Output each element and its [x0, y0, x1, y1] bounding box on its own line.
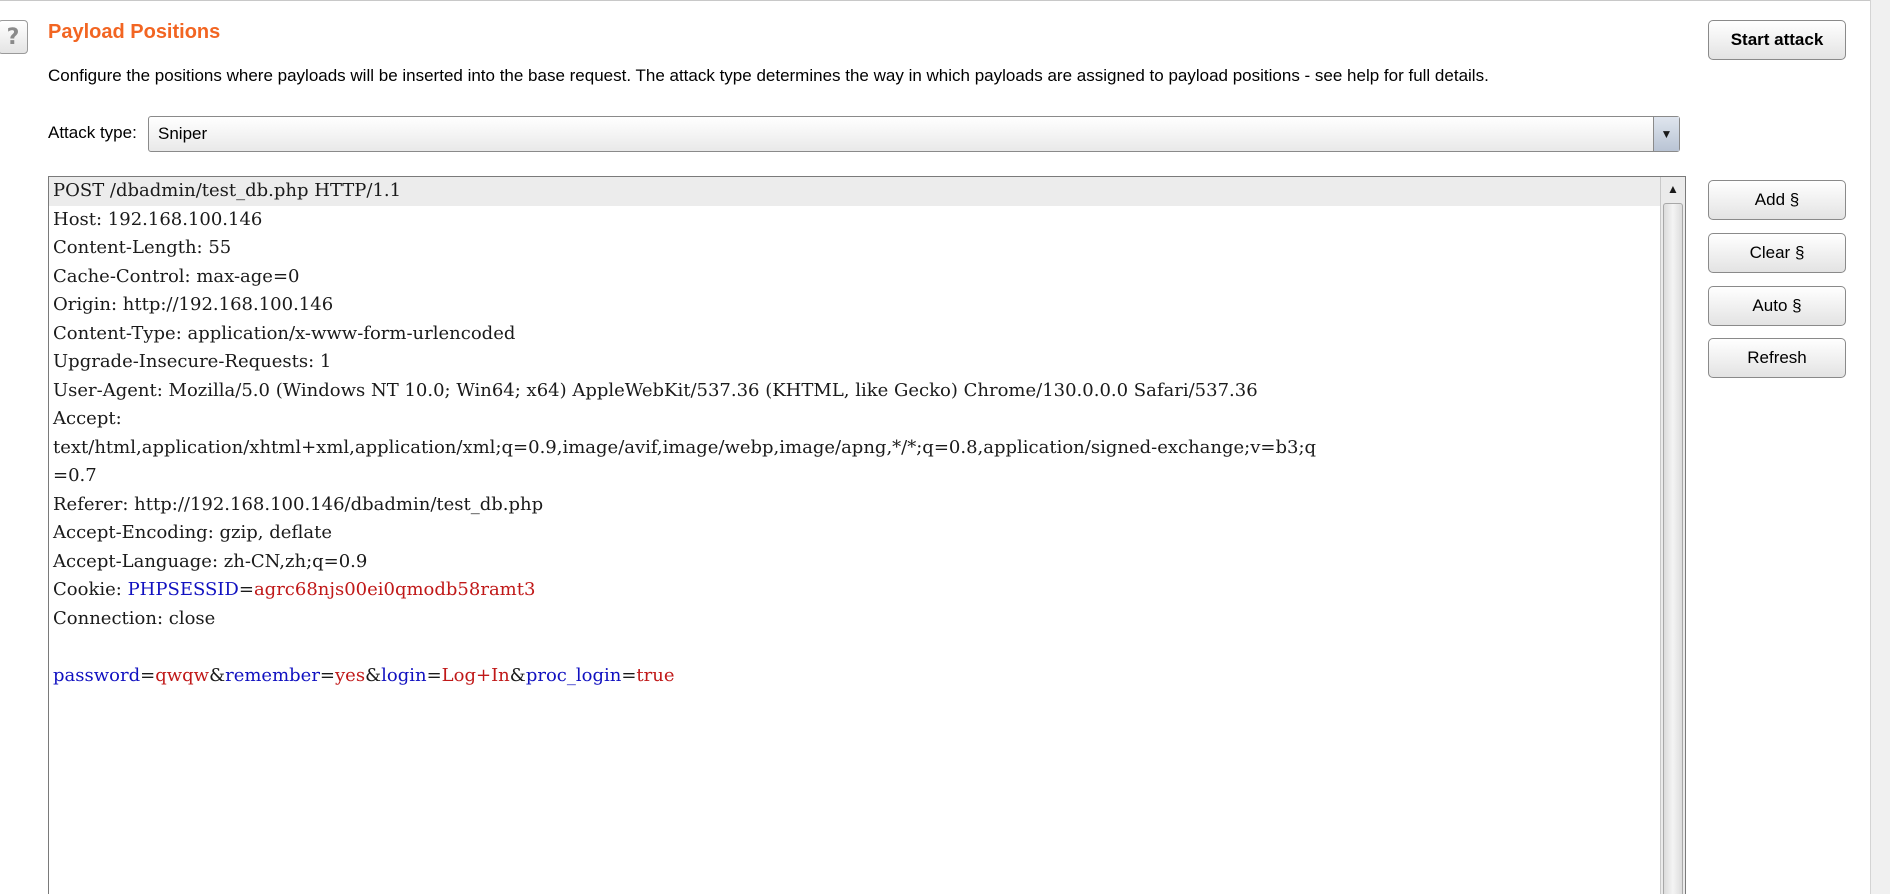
request-line: Connection: close [53, 607, 216, 629]
panel-description: Configure the positions where payloads w… [48, 66, 1489, 85]
request-lines[interactable]: POST /dbadmin/test_db.php HTTP/1.1 Host:… [49, 177, 1660, 690]
panel-title: Payload Positions [48, 21, 221, 43]
attack-type-select[interactable]: Sniper ▼ [148, 116, 1680, 152]
request-line: Accept-Encoding: gzip, deflate [53, 522, 333, 543]
request-line: User-Agent: Mozilla/5.0 (Windows NT 10.0… [53, 379, 1258, 401]
request-line: =0.7 [53, 465, 97, 486]
help-button[interactable]: ? [0, 20, 28, 54]
request-line: Accept-Language: zh-CN,zh;q=0.9 [53, 550, 368, 572]
vertical-scrollbar[interactable]: ▲ [1660, 177, 1685, 894]
request-line: Cache-Control: max-age=0 [53, 265, 300, 287]
param-name: login [381, 664, 427, 686]
request-line: text/html,application/xhtml+xml,applicat… [53, 436, 1317, 458]
request-line: Content-Length: 55 [53, 237, 232, 258]
param-value: true [636, 664, 675, 686]
add-marker-button[interactable]: Add § [1708, 180, 1846, 220]
param-name: password [53, 664, 141, 686]
request-line: Origin: http://192.168.100.146 [53, 294, 334, 315]
scroll-thumb[interactable] [1663, 203, 1683, 894]
request-line: Host: 192.168.100.146 [53, 208, 263, 230]
param-name: remember [225, 664, 320, 686]
cookie-name: PHPSESSID [127, 579, 239, 600]
request-line: Referer: http://192.168.100.146/dbadmin/… [53, 493, 544, 515]
cookie-value: agrc68njs00ei0qmodb58ramt3 [253, 579, 536, 600]
attack-type-label: Attack type: [48, 123, 137, 142]
start-attack-button[interactable]: Start attack [1708, 20, 1846, 60]
payload-positions-panel: ? Payload Positions Configure the positi… [0, 0, 1870, 894]
request-line: POST /dbadmin/test_db.php HTTP/1.1 [49, 177, 1660, 206]
request-line: Content-Type: application/x-www-form-url… [53, 322, 516, 344]
param-name: proc_login [525, 664, 622, 686]
refresh-button[interactable]: Refresh [1708, 338, 1846, 378]
question-icon: ? [6, 24, 20, 50]
body-line: password=qwqw&remember=yes&login=Log+In&… [53, 664, 675, 686]
param-value: qwqw [155, 664, 210, 686]
param-value: Log+In [441, 664, 510, 686]
request-line: Upgrade-Insecure-Requests: 1 [53, 351, 332, 372]
attack-type-value: Sniper [158, 124, 208, 143]
chevron-down-icon[interactable]: ▼ [1653, 117, 1679, 151]
window-edge [1870, 0, 1890, 894]
request-line: Accept: [53, 408, 122, 429]
auto-markers-button[interactable]: Auto § [1708, 286, 1846, 326]
cookie-line: Cookie: PHPSESSID=agrc68njs00ei0qmodb58r… [53, 579, 536, 600]
clear-markers-button[interactable]: Clear § [1708, 233, 1846, 273]
param-value: yes [335, 664, 366, 686]
request-editor[interactable]: POST /dbadmin/test_db.php HTTP/1.1 Host:… [48, 176, 1686, 894]
scroll-up-icon[interactable]: ▲ [1661, 177, 1685, 201]
cookie-prefix: Cookie: [53, 579, 128, 600]
